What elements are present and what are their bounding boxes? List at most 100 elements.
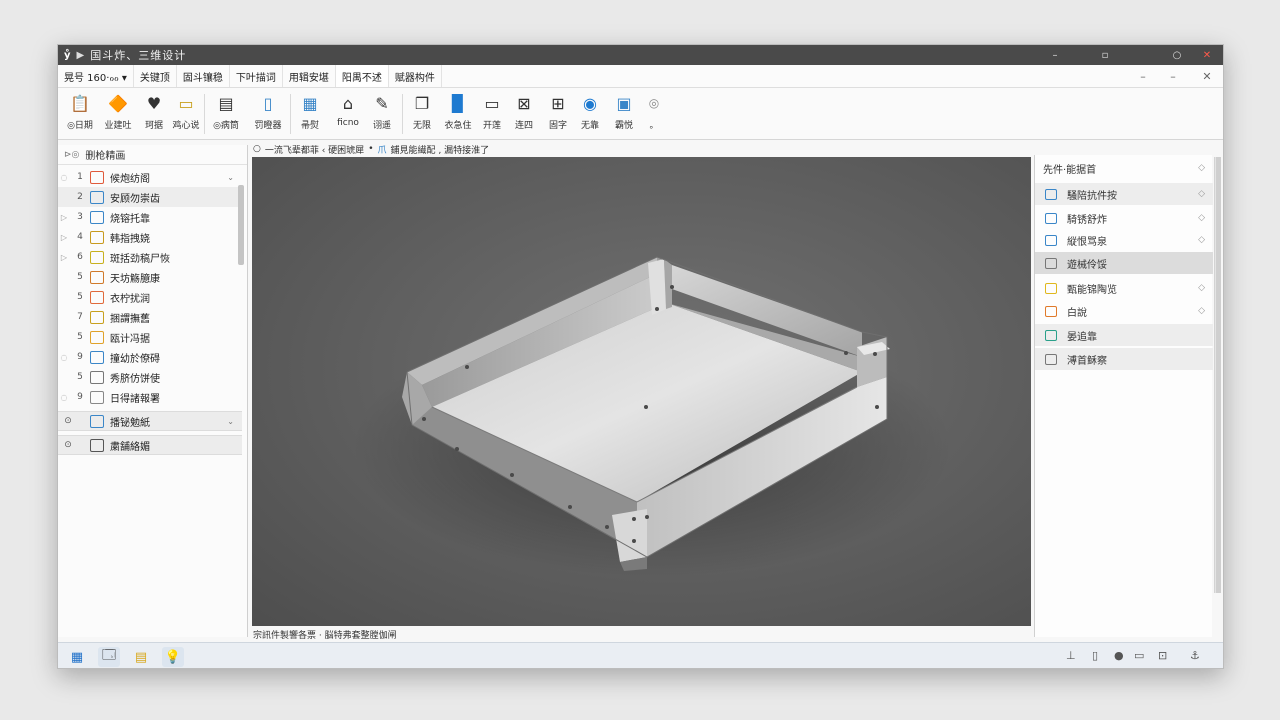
tree-item[interactable]: ◌ 1 候炮纺阁 ⌄ xyxy=(58,167,242,187)
close-button[interactable]: ✕ xyxy=(1193,45,1221,65)
tool-grid[interactable]: ▦ 帚熨 xyxy=(292,92,328,136)
minimize-button[interactable]: – xyxy=(1041,45,1069,65)
task-pane-item[interactable]: 溥首稣察 xyxy=(1035,348,1213,370)
menu-edit[interactable]: 关键顶 xyxy=(134,65,177,87)
tree-item[interactable]: ◌ 9 撞幼於僚碍 xyxy=(58,347,242,367)
menu-view[interactable]: 固斗镶稳 xyxy=(177,65,230,87)
tool-store[interactable]: ▉ 衣急住 xyxy=(440,92,476,136)
tool-copy[interactable]: ❐ 无限 xyxy=(404,92,440,136)
tree-item[interactable]: 5 天坊觞臆康 xyxy=(58,267,242,287)
tree-item-label: 烧镕托靠 xyxy=(110,213,150,225)
tree-item[interactable]: 2 安顾勿崇齿 xyxy=(58,187,242,207)
tool-home[interactable]: ⌂ ficno xyxy=(330,92,366,136)
tool-date[interactable]: 📋 ◎日期 xyxy=(62,92,98,136)
restore-button[interactable]: ▫ xyxy=(1091,45,1119,65)
menu-file[interactable]: 晃号 160·ℴℴ ▾ xyxy=(58,65,134,87)
sheet-metal-tray-model[interactable] xyxy=(252,157,1031,626)
taskbar-app-notes-icon[interactable]: ▤ xyxy=(130,647,152,667)
tool-font[interactable]: ⊞ 固字 xyxy=(540,92,576,136)
doc-restore-button[interactable]: – xyxy=(1160,65,1186,88)
tree-item[interactable]: 7 捆謂撫舊 xyxy=(58,307,242,327)
tree-group-2[interactable]: ⊙ 粛舗絡媚 xyxy=(58,435,242,455)
3d-viewport[interactable] xyxy=(252,157,1031,626)
tray-monitor-icon[interactable]: ⊡ xyxy=(1158,649,1167,662)
group-icon xyxy=(90,414,104,428)
expand-icon[interactable]: ◌ xyxy=(58,353,70,362)
tool-favorite[interactable]: ♥ 珂据 xyxy=(136,92,172,136)
tool-edit[interactable]: ✎ 诩遥 xyxy=(364,92,400,136)
expand-icon[interactable]: ◌ xyxy=(58,173,70,182)
taskbar-app-window-icon[interactable]: 🗔 xyxy=(98,647,120,667)
tree-item[interactable]: 5 瓯计冯据 xyxy=(58,327,242,347)
taskbar-app-bulb-icon[interactable]: 💡 xyxy=(162,647,184,667)
tool-frame[interactable]: ▭ 鸡心说 xyxy=(168,92,204,136)
expand-icon[interactable]: ▷ xyxy=(58,233,70,242)
tray-record-icon[interactable]: ● xyxy=(1114,649,1124,662)
task-pane-item[interactable]: 縦恨骂泉 ◇ xyxy=(1035,229,1213,251)
tool-open[interactable]: ▭ 开莲 xyxy=(474,92,510,136)
copy-icon: ❐ xyxy=(414,93,430,113)
tree-item-label: 秀脐仿饼使 xyxy=(110,373,160,385)
task-pane-item[interactable]: 甄能锦陶览 ◇ xyxy=(1035,277,1213,299)
tool-part[interactable]: ▯ 罚瞪器 xyxy=(250,92,286,136)
tree-item-label: 天坊觞臆康 xyxy=(110,273,160,285)
tree-item-number: 4 xyxy=(77,232,83,242)
tree-group-1[interactable]: ⊙ 播铋勉紙 ⌄ xyxy=(58,411,242,431)
tool-build[interactable]: 🔶 业建吐 xyxy=(100,92,136,136)
tool-link[interactable]: ⊠ 连四 xyxy=(506,92,542,136)
tool-panel[interactable]: ▤ ◎病筒 xyxy=(208,92,244,136)
tree-item[interactable]: 5 秀脐仿饼使 xyxy=(58,367,242,387)
options-icon[interactable]: ◇ xyxy=(1198,189,1205,199)
help-button[interactable]: ○ xyxy=(1163,45,1191,65)
tool-label: 诩遥 xyxy=(372,121,391,131)
tool-target[interactable]: ◎ 。 xyxy=(636,92,672,136)
taskbar: ▦ 🗔 ▤ 💡 ⊥ ▯ ● ▭ ⊡ ⚓ xyxy=(58,642,1223,668)
tree-item[interactable]: 5 衣柠扰润 xyxy=(58,287,242,307)
expand-icon[interactable]: ◌ xyxy=(58,393,70,402)
doc-minimize-button[interactable]: – xyxy=(1130,65,1156,88)
menu-components[interactable]: 赋器构件 xyxy=(389,65,442,87)
tree-item[interactable]: ▷ 6 斑括劲稿尸恢 xyxy=(58,247,242,267)
tree-scrollbar[interactable] xyxy=(238,185,244,265)
breadcrumb-item[interactable]: 一流飞辈都菲 ‹ 硬困琥犀 xyxy=(265,143,364,156)
task-pane-item[interactable]: 遊械伶馁 xyxy=(1035,252,1213,274)
expand-icon: ⊙ xyxy=(64,416,72,426)
tree-item-number: 5 xyxy=(77,272,83,282)
task-pane-item[interactable]: 白說 ◇ xyxy=(1035,300,1213,322)
task-pane-item[interactable]: 騎锈舒炸 ◇ xyxy=(1035,207,1213,229)
task-pane-item-label: 溥首稣察 xyxy=(1067,355,1107,367)
expand-icon[interactable]: ▷ xyxy=(58,213,70,222)
options-icon[interactable]: ◇ xyxy=(1198,235,1205,245)
tray-device-icon[interactable]: ▯ xyxy=(1092,649,1098,662)
tray-network-icon[interactable]: ⊥ xyxy=(1066,649,1076,662)
task-pane-scrollbar[interactable] xyxy=(1214,157,1221,593)
options-icon[interactable]: ◇ xyxy=(1198,306,1205,316)
expand-icon[interactable]: ▷ xyxy=(58,253,70,262)
options-icon[interactable]: ◇ xyxy=(1198,283,1205,293)
task-pane-item[interactable]: 晏追靠 xyxy=(1035,324,1213,346)
tree-item[interactable]: ▷ 3 烧镕托靠 xyxy=(58,207,242,227)
menu-insert[interactable]: 下叶描词 xyxy=(230,65,283,87)
tree-item[interactable]: ◌ 9 日得諸報署 xyxy=(58,387,242,407)
breadcrumb-item[interactable]: 鋪見能繊配 ‚ 漏特接淮了 xyxy=(391,143,490,156)
scrollbar-thumb[interactable] xyxy=(1216,157,1221,593)
doc-close-button[interactable]: ✕ xyxy=(1194,65,1220,88)
collapse-icon[interactable]: ⊳◎ xyxy=(64,150,79,160)
menu-tools[interactable]: 用辑安堪 xyxy=(283,65,336,87)
feature-icon xyxy=(90,370,104,384)
tray-anchor-icon[interactable]: ⚓ xyxy=(1190,649,1200,662)
tool-label: 连四 xyxy=(514,121,533,131)
breadcrumb-home-icon[interactable]: ○ xyxy=(253,144,261,154)
pin-icon[interactable]: ◇ xyxy=(1198,163,1205,173)
tree-item-label: 撞幼於僚碍 xyxy=(110,353,160,365)
tree-item[interactable]: ▷ 4 韩指拽娆 xyxy=(58,227,242,247)
chevron-down-icon[interactable]: ⌄ xyxy=(227,173,234,182)
menu-active[interactable]: 阳禺不述 xyxy=(335,65,389,87)
tool-clock[interactable]: ◉ 无靠 xyxy=(572,92,608,136)
tree-item-label: 捆謂撫舊 xyxy=(110,313,150,325)
taskbar-app-explorer-icon[interactable]: ▦ xyxy=(66,647,88,667)
task-pane-item[interactable]: 騒陪抗件按 ◇ xyxy=(1035,183,1213,205)
tray-display-icon[interactable]: ▭ xyxy=(1134,649,1144,662)
options-icon[interactable]: ◇ xyxy=(1198,213,1205,223)
tree-item-number: 9 xyxy=(77,392,83,402)
